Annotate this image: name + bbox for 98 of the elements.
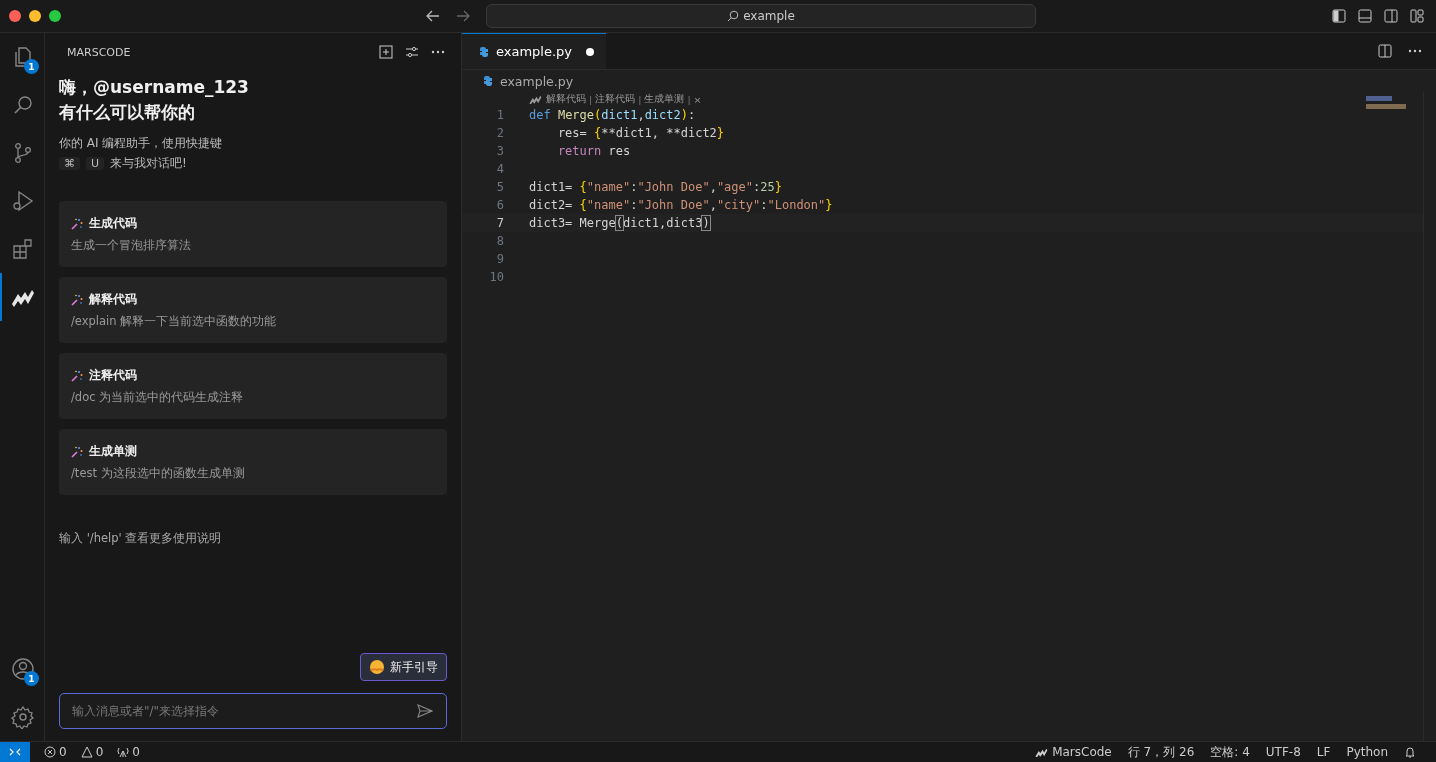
suggestion-card[interactable]: 注释代码 /doc 为当前选中的代码生成注释	[59, 353, 447, 419]
card-description: 生成一个冒泡排序算法	[71, 238, 192, 253]
sparkle-icon	[71, 445, 83, 458]
status-item[interactable]: 0	[80, 745, 104, 759]
separator: |	[687, 93, 691, 105]
close-window-button[interactable]	[9, 10, 21, 22]
status-count: 0	[95, 745, 104, 759]
keyboard-key: U	[86, 156, 105, 170]
line-number: 10	[488, 270, 505, 284]
command-search-field[interactable]: example	[486, 4, 1036, 28]
panel-title: MARSCODE	[67, 45, 131, 59]
code-line: res= {**dict1, **dict2}	[557, 126, 725, 140]
card-title: 注释代码	[89, 367, 137, 384]
sparkle-icon	[71, 369, 83, 382]
code-line: return res	[557, 144, 631, 158]
minimize-window-button[interactable]	[29, 10, 41, 22]
activity-item[interactable]: 1	[0, 33, 44, 81]
status-count: 0	[59, 745, 67, 759]
editor-tab[interactable]: example.py	[462, 33, 607, 69]
status-text: MarsCode	[1052, 745, 1112, 759]
toggle-sidebar-icon[interactable]	[1332, 9, 1346, 23]
line-number: 3	[495, 144, 505, 158]
suggestion-card[interactable]: 解释代码 /explain 解释一下当前选中函数的功能	[59, 277, 447, 343]
more-icon[interactable]	[1408, 49, 1422, 53]
suggestion-card[interactable]: 生成代码 生成一个冒泡排序算法	[59, 201, 447, 267]
status-item[interactable]: 0	[44, 745, 67, 759]
card-description: /test 为这段选中的函数生成单测	[71, 466, 246, 481]
send-icon[interactable]	[417, 704, 433, 718]
notification-badge: 1	[24, 671, 39, 686]
card-title: 生成代码	[89, 215, 137, 232]
card-title: 生成单测	[89, 443, 137, 460]
intro-text: 来与我对话吧!	[110, 155, 187, 172]
guide-button[interactable]: 新手引导	[360, 653, 447, 681]
card-description: /doc 为当前选中的代码生成注释	[71, 390, 245, 405]
status-item[interactable]: UTF-8	[1265, 745, 1301, 759]
antenna-icon	[117, 746, 130, 758]
status-item[interactable]: 行 7，列 26	[1127, 743, 1195, 761]
status-count: 0	[132, 745, 140, 759]
more-icon[interactable]	[431, 50, 445, 54]
line-number: 5	[495, 180, 505, 194]
codelens-link[interactable]: 生成单测	[644, 92, 685, 106]
emoji-icon	[369, 659, 385, 675]
toggle-secondary-sidebar-icon[interactable]	[1384, 9, 1398, 23]
suggestion-card[interactable]: 生成单测 /test 为这段选中的函数生成单测	[59, 429, 447, 495]
separator: |	[589, 93, 593, 105]
help-text: 输入 '/help' 查看更多使用说明	[59, 531, 223, 546]
status-item[interactable]: LF	[1316, 745, 1331, 759]
logo-icon	[529, 94, 543, 104]
extensions-icon	[11, 237, 35, 261]
codelens-link[interactable]: 解释代码	[546, 92, 586, 106]
bell-icon[interactable]	[1404, 746, 1416, 758]
activity-item[interactable]: 1	[0, 645, 44, 693]
close-button[interactable]: ×	[693, 93, 702, 105]
greeting-subtitle: 有什么可以帮你的	[59, 101, 196, 124]
new-chat-icon[interactable]	[379, 45, 393, 59]
status-item[interactable]: 空格: 4	[1210, 743, 1250, 761]
settings-icon	[11, 705, 35, 729]
run-debug-icon	[11, 189, 35, 213]
line-number: 9	[495, 252, 505, 266]
code-line: dict1= {"name":"John Doe","age":25}	[529, 180, 782, 194]
status-item[interactable]: Python	[1346, 745, 1388, 759]
line-number: 6	[495, 198, 505, 212]
split-editor-icon[interactable]	[1378, 44, 1392, 58]
toggle-panel-icon[interactable]	[1358, 9, 1372, 23]
search-icon	[727, 10, 740, 22]
error-icon	[44, 746, 56, 758]
message-input-field[interactable]: 输入消息或者"/"来选择指令	[59, 693, 447, 729]
sparkle-icon	[71, 293, 83, 306]
sparkle-icon	[71, 217, 83, 230]
python-file-icon	[478, 45, 490, 58]
line-number: 2	[495, 126, 505, 140]
maximize-window-button[interactable]	[49, 10, 61, 22]
code-line: dict2= {"name":"John Doe","city":"London"}	[529, 198, 833, 212]
sliders-icon[interactable]	[405, 45, 419, 59]
notification-badge: 1	[24, 59, 39, 74]
breadcrumb-item[interactable]: example.py	[500, 73, 574, 89]
line-number: 1	[495, 108, 505, 122]
card-description: /explain 解释一下当前选中函数的功能	[71, 314, 278, 329]
codelens-link[interactable]: 注释代码	[595, 92, 636, 106]
logo-icon	[1035, 747, 1050, 757]
remote-icon	[9, 746, 21, 758]
status-item[interactable]: MarsCode	[1035, 745, 1112, 759]
account-icon	[11, 657, 35, 681]
intro-text: 你的 AI 编程助手，使用快捷键	[59, 135, 224, 152]
greeting-title: 嗨，@username_123	[59, 76, 250, 99]
back-arrow-icon[interactable]	[426, 10, 440, 22]
warning-icon	[80, 746, 93, 758]
line-number: 7	[495, 216, 505, 230]
line-number: 4	[495, 162, 505, 176]
forward-arrow-icon[interactable]	[456, 10, 470, 22]
code-line: def Merge(dict1,dict2):	[529, 108, 696, 122]
keyboard-key: ⌘	[59, 156, 80, 170]
customize-layout-icon[interactable]	[1410, 9, 1424, 23]
line-number: 8	[495, 234, 505, 248]
python-file-icon	[482, 75, 494, 87]
separator: |	[638, 93, 642, 105]
status-item[interactable]: 0	[117, 745, 140, 759]
card-title: 解释代码	[89, 291, 137, 308]
